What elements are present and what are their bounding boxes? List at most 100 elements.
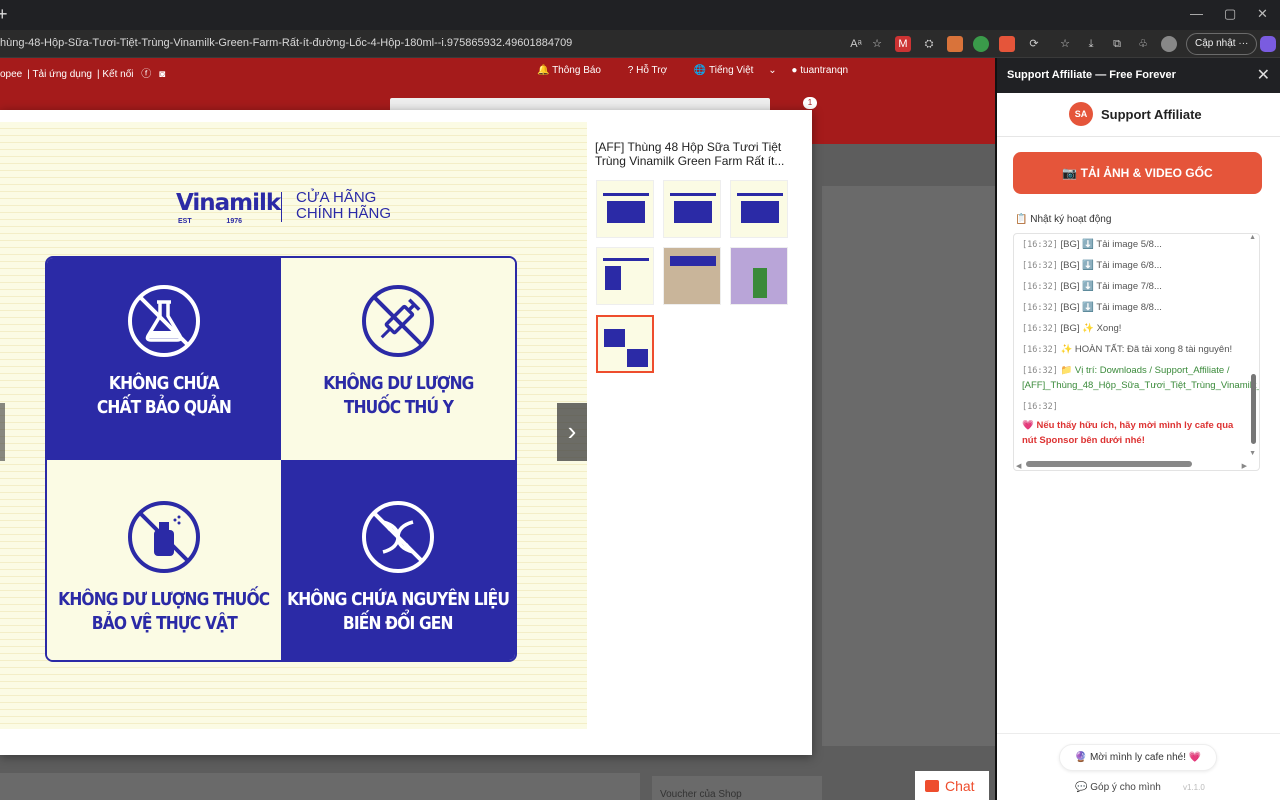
log-entry: [16:32] xyxy=(1022,401,1058,412)
log-entry: [16:32] [BG] ⬇️ Tải image 6/8... xyxy=(1022,260,1162,271)
claims-grid: KHÔNG CHỨA CHẤT BẢO QUẢN KHÔNG DƯ LƯỢNG … xyxy=(45,256,517,662)
scroll-left-arrow[interactable]: ◀ xyxy=(1016,462,1021,470)
chat-button[interactable]: Chat xyxy=(915,771,989,800)
vinamilk-logo: Vinamilk xyxy=(176,190,281,216)
username: tuantranqn xyxy=(800,65,849,76)
claim-no-pesticide-residue: KHÔNG DƯ LƯỢNG THUỐC BẢO VỆ THỰC VẬT xyxy=(47,460,281,660)
top-nav-left: opee | Tải ứng dụng | Kết nối ⓕ ◙ xyxy=(0,69,166,80)
close-window-icon[interactable]: ✕ xyxy=(1257,6,1268,22)
instagram-icon[interactable]: ◙ xyxy=(159,69,165,80)
thumbnail[interactable] xyxy=(730,180,788,238)
no-spray-bottle-icon xyxy=(128,501,200,573)
support-link[interactable]: ? Hỗ Trợ xyxy=(628,65,679,76)
claim-no-veterinary-residue: KHÔNG DƯ LƯỢNG THUỐC THÚ Y xyxy=(281,258,515,460)
log-entry: [16:32] ✨ HOÀN TẤT: Đã tải xong 8 tài ng… xyxy=(1022,344,1232,355)
claim-title-line-1: KHÔNG CHỨA NGUYÊN LIỆU xyxy=(287,589,510,610)
est-label: EST xyxy=(178,218,192,225)
panel-title: Support Affiliate — Free Forever xyxy=(1007,69,1176,81)
claim-title-line-2: BẢO VỆ THỰC VẬT xyxy=(91,613,237,634)
extension-icon[interactable]: ⛭ xyxy=(921,36,937,52)
panel-header: Support Affiliate — Free Forever ✕ xyxy=(997,58,1280,93)
favorite-star-icon[interactable]: ☆ xyxy=(869,36,885,52)
connect-label: Kết nối xyxy=(102,69,134,80)
extension-icon[interactable]: ⟳ xyxy=(1026,36,1042,52)
claim-title-line-2: THUỐC THÚ Y xyxy=(343,397,453,418)
brand-divider xyxy=(281,192,282,222)
gmail-extension-icon[interactable]: M xyxy=(895,36,911,52)
previous-image-button[interactable] xyxy=(0,403,5,461)
downloads-icon[interactable]: ⤓ xyxy=(1083,36,1099,52)
log-text: 💗 Nếu thấy hữu ích, hãy mời mình ly cafe… xyxy=(1022,420,1234,446)
language-selector[interactable]: 🌐 Tiếng Việt ⌄ xyxy=(694,65,777,76)
language-label: Tiếng Việt xyxy=(708,65,754,76)
divider xyxy=(997,136,1280,137)
horizontal-scrollbar[interactable] xyxy=(1026,461,1192,467)
thumbnail[interactable] xyxy=(663,247,721,305)
vertical-scrollbar[interactable] xyxy=(1251,374,1256,444)
sponsor-button[interactable]: 🔮 Mời mình ly cafe nhé! 💗 xyxy=(1059,744,1217,771)
scroll-up-arrow[interactable]: ▲ xyxy=(1249,234,1256,241)
address-bar[interactable]: hùng-48-Hộp-Sữa-Tươi-Tiệt-Trùng-Vinamilk… xyxy=(0,30,1280,58)
feedback-link[interactable]: 💬 Góp ý cho mình xyxy=(1075,782,1161,793)
main-product-image: Vinamilk EST 1976 CỬA HÃNG CHÍNH HÃNG KH… xyxy=(0,122,587,729)
extension-icon[interactable] xyxy=(973,36,989,52)
profile-avatar[interactable] xyxy=(1161,36,1177,52)
activity-log[interactable]: [16:32] [BG] ⬇️ Tải image 5/8... [16:32]… xyxy=(1013,233,1260,471)
vinamilk-est: EST 1976 xyxy=(178,218,242,225)
notification-link[interactable]: 🔔 Thông Báo xyxy=(537,65,613,76)
est-year: 1976 xyxy=(226,218,242,225)
scroll-down-arrow[interactable]: ▼ xyxy=(1249,450,1256,457)
thumbnail[interactable] xyxy=(663,180,721,238)
official-store-label: CỬA HÃNG CHÍNH HÃNG xyxy=(296,190,391,222)
download-app-link[interactable]: Tải ứng dụng xyxy=(32,69,92,80)
claim-title-line-2: BIẾN ĐỔI GEN xyxy=(343,613,454,634)
log-entry: [16:32] [BG] ⬇️ Tải image 5/8... xyxy=(1022,239,1162,250)
close-panel-icon[interactable]: ✕ xyxy=(1257,65,1270,85)
background-panel xyxy=(822,186,995,746)
top-nav-right: 🔔 Thông Báo ? Hỗ Trợ 🌐 Tiếng Việt ⌄ ● tu… xyxy=(537,65,872,76)
support-label: Hỗ Trợ xyxy=(636,65,668,76)
new-tab-icon[interactable]: + xyxy=(0,4,8,25)
copilot-icon[interactable] xyxy=(1260,36,1276,52)
download-original-media-button[interactable]: 📷 TẢI ẢNH & VIDEO GỐC xyxy=(1013,152,1262,194)
url-text[interactable]: hùng-48-Hộp-Sữa-Tươi-Tiệt-Trùng-Vinamilk… xyxy=(0,37,840,49)
log-entry-path: [AFF]_Thùng_48_Hộp_Sữa_Tươi_Tiệt_Trùng_V… xyxy=(1022,380,1260,391)
log-timestamp: [16:32] xyxy=(1022,303,1058,313)
log-text: [BG] ⬇️ Tải image 5/8... xyxy=(1060,239,1162,250)
store-line-2: CHÍNH HÃNG xyxy=(296,205,392,222)
extension-icon[interactable] xyxy=(947,36,963,52)
favorites-icon[interactable]: ☆ xyxy=(1057,36,1073,52)
log-timestamp: [16:32] xyxy=(1022,366,1058,376)
facebook-icon[interactable]: ⓕ xyxy=(141,69,151,80)
background-panel xyxy=(0,773,640,800)
thumbnail[interactable] xyxy=(596,247,654,305)
scroll-right-arrow[interactable]: ▶ xyxy=(1242,462,1247,470)
cart-count-badge: 1 xyxy=(803,97,817,109)
update-button[interactable]: Cập nhật ··· xyxy=(1186,33,1258,55)
thumbnail[interactable] xyxy=(730,247,788,305)
log-text: [AFF]_Thùng_48_Hộp_Sữa_Tươi_Tiệt_Trùng_V… xyxy=(1022,380,1260,391)
user-menu[interactable]: ● tuantranqn xyxy=(791,65,860,76)
extension-icon[interactable] xyxy=(999,36,1015,52)
log-timestamp: [16:32] xyxy=(1022,402,1058,412)
log-entry: [16:32] [BG] ⬇️ Tải image 7/8... xyxy=(1022,281,1162,292)
support-affiliate-panel: Support Affiliate — Free Forever ✕ SA Su… xyxy=(995,58,1280,800)
read-aloud-icon[interactable]: Aᵃ xyxy=(848,36,864,52)
no-dna-icon xyxy=(362,501,434,573)
thumbnail[interactable] xyxy=(596,180,654,238)
log-timestamp: [16:32] xyxy=(1022,261,1058,271)
minimize-icon[interactable]: — xyxy=(1190,6,1203,21)
log-text: 📁 Vị trí: Downloads / Support_Affiliate … xyxy=(1060,365,1230,376)
no-flask-icon xyxy=(128,285,200,357)
seller-link[interactable]: opee xyxy=(0,69,22,80)
version-label: v1.1.0 xyxy=(1183,783,1205,792)
store-line-1: CỬA HÃNG xyxy=(296,189,377,206)
claim-title-line-2: CHẤT BẢO QUẢN xyxy=(96,397,232,418)
extensions-icon[interactable]: ♧ xyxy=(1135,36,1151,52)
next-image-button[interactable]: › xyxy=(557,403,587,461)
screenshot-icon[interactable]: ⧉ xyxy=(1109,36,1125,52)
log-text: [BG] ⬇️ Tải image 7/8... xyxy=(1060,281,1162,292)
thumbnail-selected[interactable] xyxy=(596,315,654,373)
maximize-icon[interactable]: ▢ xyxy=(1224,6,1236,22)
chat-icon xyxy=(925,780,939,792)
